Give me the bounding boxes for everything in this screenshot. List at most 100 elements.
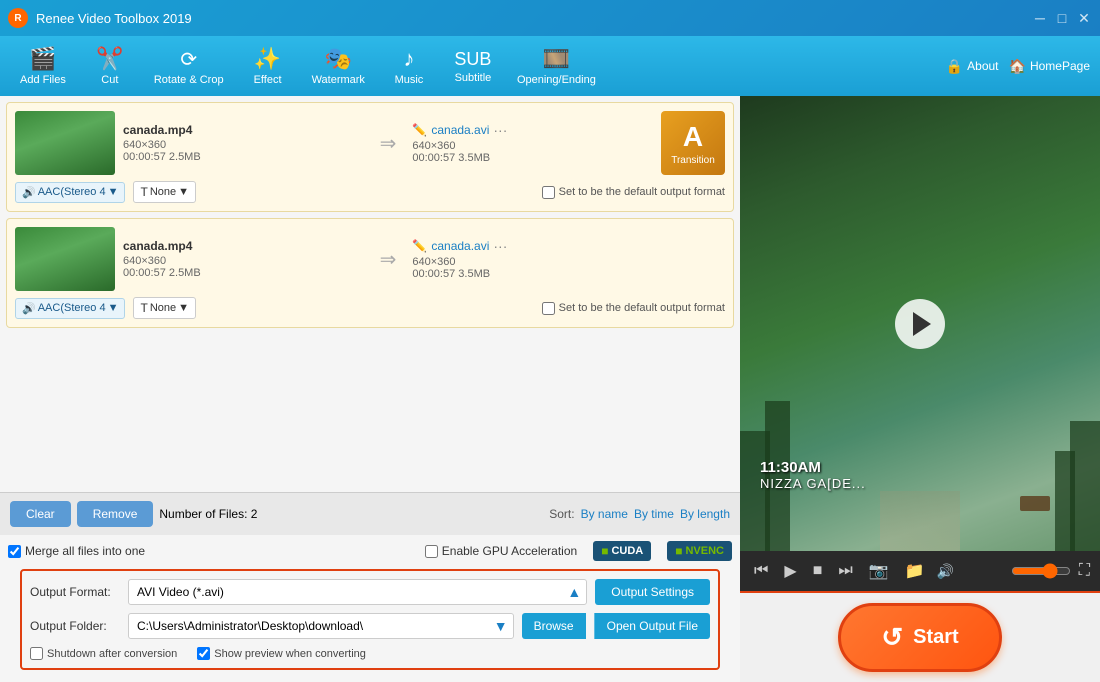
subtitle-select-1[interactable]: T None ▼ (133, 181, 196, 203)
subtitle-value-2: None (150, 302, 176, 314)
shutdown-checkbox[interactable] (30, 647, 43, 660)
merge-checkbox[interactable] (8, 545, 21, 558)
sort-by-name-link[interactable]: By name (581, 507, 628, 521)
check-icon-1: ✏️ (412, 123, 427, 137)
right-panel: 11:30AM NIZZA GA[DE... ⏮ ▶ ■ ⏭ 📷 📁 🔊 ⛶ ↺… (740, 96, 1100, 682)
toolbar-label-cut: Cut (101, 74, 118, 86)
file-count-label: Number of Files: 2 (159, 507, 257, 521)
output-name-1: canada.avi (431, 123, 489, 137)
toolbar-item-subtitle[interactable]: SUB Subtitle (443, 45, 503, 88)
dots-menu-2[interactable]: ··· (493, 238, 507, 254)
check-icon-2: ✏️ (412, 239, 427, 253)
show-preview-checkbox[interactable] (197, 647, 210, 660)
subtitle-select-2[interactable]: T None ▼ (133, 297, 196, 319)
watermark-icon: 🎭 (325, 46, 352, 72)
fullscreen-button[interactable]: ⛶ (1079, 562, 1090, 580)
subtitle-dropdown-arrow-1: ▼ (178, 186, 189, 198)
transition-icon-1: A (683, 121, 703, 153)
merge-checkbox-label[interactable]: Merge all files into one (8, 544, 145, 558)
toolbar-label-subtitle: Subtitle (455, 72, 492, 84)
screenshot-button[interactable]: 📷 (865, 559, 893, 583)
output-format-input[interactable] (128, 579, 587, 605)
folder-button[interactable]: 📁 (901, 559, 929, 583)
audio-value-1: AAC(Stereo 4 (38, 186, 106, 198)
transition-button-1[interactable]: A Transition (661, 111, 725, 175)
cuda-button[interactable]: ■ CUDA (593, 541, 651, 561)
output-folder-input-wrap: ▼ (128, 613, 514, 639)
sort-by-time-link[interactable]: By time (634, 507, 674, 521)
toolbar: 🎬 Add Files ✂️ Cut ⟳ Rotate & Crop ✨ Eff… (0, 36, 1100, 96)
default-format-checkbox-1[interactable] (542, 186, 555, 199)
remove-button[interactable]: Remove (77, 501, 154, 527)
volume-slider[interactable] (1011, 563, 1071, 579)
cuda-nvidia-icon: ■ (601, 544, 608, 558)
home-icon: 🏠 (1009, 58, 1026, 75)
list-item: canada.mp4 640×360 00:00:57 2.5MB ⇒ ✏️ c… (6, 218, 734, 328)
toolbar-item-effect[interactable]: ✨ Effect (238, 42, 298, 90)
skip-back-button[interactable]: ⏮ (750, 560, 772, 582)
output-format-dropdown-arrow[interactable]: ▲ (567, 584, 581, 600)
sort-section: Sort: By name By time By length (549, 507, 730, 521)
browse-button[interactable]: Browse (522, 613, 586, 639)
play-triangle-icon (913, 312, 931, 336)
play-pause-button[interactable]: ▶ (780, 559, 800, 583)
maximize-button[interactable]: □ (1054, 10, 1070, 26)
output-folder-label: Output Folder: (30, 619, 120, 633)
show-preview-label[interactable]: Show preview when converting (197, 647, 366, 660)
close-button[interactable]: ✕ (1076, 10, 1092, 26)
audio-select-1[interactable]: 🔊 AAC(Stereo 4 ▼ (15, 182, 125, 203)
toolbar-item-cut[interactable]: ✂️ Cut (80, 42, 140, 90)
toolbar-item-watermark[interactable]: 🎭 Watermark (302, 42, 375, 90)
sort-by-length-link[interactable]: By length (680, 507, 730, 521)
toolbar-item-add-files[interactable]: 🎬 Add Files (10, 42, 76, 90)
volume-slider-wrap: 🔊 (937, 563, 1003, 580)
video-preview: 11:30AM NIZZA GA[DE... (740, 96, 1100, 551)
arrow-icon-2: ⇒ (372, 247, 405, 272)
output-settings-button[interactable]: Output Settings (595, 579, 710, 605)
clear-button[interactable]: Clear (10, 501, 71, 527)
file-meta-1: 640×360 00:00:57 2.5MB (123, 139, 364, 163)
gpu-checkbox[interactable] (425, 545, 438, 558)
default-format-2: Set to be the default output format (542, 302, 725, 315)
toolbar-item-rotate-crop[interactable]: ⟳ Rotate & Crop (144, 43, 234, 90)
shutdown-label[interactable]: Shutdown after conversion (30, 647, 177, 660)
audio-select-2[interactable]: 🔊 AAC(Stereo 4 ▼ (15, 298, 125, 319)
output-folder-dropdown-arrow[interactable]: ▼ (494, 618, 508, 634)
open-output-button[interactable]: Open Output File (594, 613, 710, 639)
file-output-1: ✏️ canada.avi ··· 640×360 00:00:57 3.5MB (412, 122, 653, 164)
dots-menu-1[interactable]: ··· (493, 122, 507, 138)
subtitle-value-1: None (150, 186, 176, 198)
title-bar-left: R Renee Video Toolbox 2019 (8, 8, 192, 28)
output-format-row: Output Format: ▲ Output Settings (30, 579, 710, 605)
nvenc-nvidia-icon: ■ (675, 544, 682, 558)
minimize-button[interactable]: ─ (1032, 10, 1048, 26)
toolbar-item-opening-ending[interactable]: 🎞️ Opening/Ending (507, 42, 606, 90)
homepage-label: HomePage (1030, 59, 1090, 73)
cut-icon: ✂️ (96, 46, 123, 72)
default-format-checkbox-2[interactable] (542, 302, 555, 315)
about-button[interactable]: 🔒 About (946, 58, 999, 75)
output-format-input-wrap: ▲ (128, 579, 587, 605)
bottom-controls: Clear Remove Number of Files: 2 Sort: By… (0, 492, 740, 535)
stop-button[interactable]: ■ (809, 560, 827, 582)
gpu-checkbox-label[interactable]: Enable GPU Acceleration (425, 544, 577, 558)
audio-value-2: AAC(Stereo 4 (38, 302, 106, 314)
app-title: Renee Video Toolbox 2019 (36, 11, 192, 26)
output-folder-input[interactable] (128, 613, 514, 639)
toolbar-label-rotate-crop: Rotate & Crop (154, 74, 224, 86)
skip-forward-button[interactable]: ⏭ (834, 560, 856, 582)
nvenc-label: NVENC (685, 545, 724, 557)
play-button[interactable] (895, 299, 945, 349)
list-item: canada.mp4 640×360 00:00:57 2.5MB ⇒ ✏️ c… (6, 102, 734, 212)
nvenc-button[interactable]: ■ NVENC (667, 541, 732, 561)
shutdown-text: Shutdown after conversion (47, 648, 177, 660)
left-panel: canada.mp4 640×360 00:00:57 2.5MB ⇒ ✏️ c… (0, 96, 740, 682)
output-meta-1: 640×360 00:00:57 3.5MB (412, 140, 653, 164)
thumbnail-2 (15, 227, 115, 291)
start-label: Start (913, 626, 959, 649)
output-name-2: canada.avi (431, 239, 489, 253)
homepage-button[interactable]: 🏠 HomePage (1009, 58, 1090, 75)
start-button[interactable]: ↺ Start (838, 603, 1001, 672)
arrow-icon-1: ⇒ (372, 131, 405, 156)
toolbar-item-music[interactable]: ♪ Music (379, 42, 439, 90)
